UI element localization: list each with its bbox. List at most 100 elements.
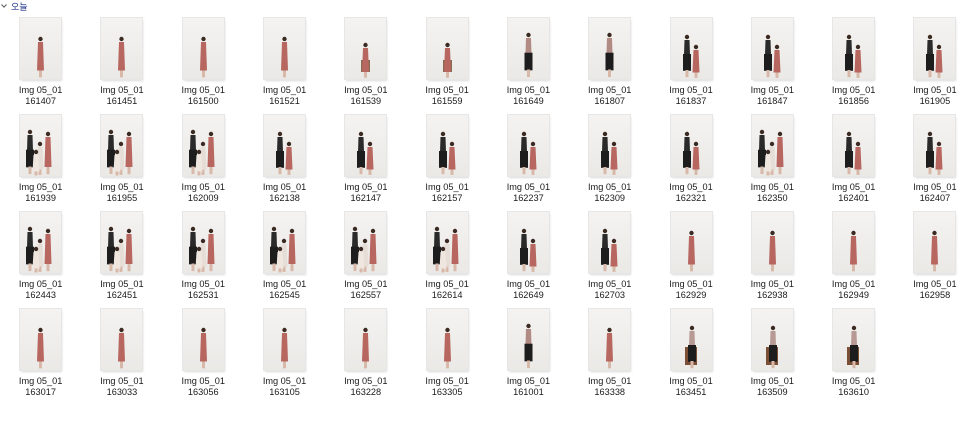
- file-name[interactable]: Img 05_01 162545: [249, 279, 321, 301]
- photo-thumbnail[interactable]: [426, 18, 468, 79]
- photo-thumbnail[interactable]: [264, 115, 306, 176]
- file-item[interactable]: Img 05_01 162138: [244, 115, 325, 212]
- photo-thumbnail[interactable]: [345, 212, 387, 273]
- photo-thumbnail[interactable]: [20, 18, 62, 79]
- file-item[interactable]: Img 05_01 163033: [81, 309, 162, 406]
- group-header-today[interactable]: 오늘: [0, 0, 28, 12]
- photo-thumbnail[interactable]: [20, 212, 62, 273]
- photo-thumbnail[interactable]: [670, 115, 712, 176]
- photo-thumbnail[interactable]: [264, 18, 306, 79]
- file-item[interactable]: Img 05_01 161847: [732, 18, 813, 115]
- file-name[interactable]: Img 05_01 161856: [818, 85, 890, 107]
- photo-thumbnail[interactable]: [589, 115, 631, 176]
- file-item[interactable]: Img 05_01 161001: [488, 309, 569, 406]
- photo-thumbnail[interactable]: [589, 309, 631, 370]
- photo-thumbnail[interactable]: [751, 309, 793, 370]
- file-name[interactable]: Img 05_01 163017: [5, 376, 77, 398]
- file-name[interactable]: Img 05_01 162451: [86, 279, 158, 301]
- photo-thumbnail[interactable]: [264, 309, 306, 370]
- file-item[interactable]: Img 05_01 162237: [488, 115, 569, 212]
- file-item[interactable]: Img 05_01 162321: [650, 115, 731, 212]
- file-name[interactable]: Img 05_01 161521: [249, 85, 321, 107]
- photo-thumbnail[interactable]: [426, 309, 468, 370]
- photo-thumbnail[interactable]: [101, 212, 143, 273]
- photo-thumbnail[interactable]: [589, 212, 631, 273]
- file-name[interactable]: Img 05_01 163033: [86, 376, 158, 398]
- file-item[interactable]: Img 05_01 161649: [488, 18, 569, 115]
- photo-thumbnail[interactable]: [507, 309, 549, 370]
- photo-thumbnail[interactable]: [182, 115, 224, 176]
- photo-thumbnail[interactable]: [426, 212, 468, 273]
- file-name[interactable]: Img 05_01 162929: [655, 279, 727, 301]
- file-name[interactable]: Img 05_01 162949: [818, 279, 890, 301]
- file-item[interactable]: Img 05_01 162147: [325, 115, 406, 212]
- photo-thumbnail[interactable]: [426, 115, 468, 176]
- file-name[interactable]: Img 05_01 161559: [411, 85, 483, 107]
- file-name[interactable]: Img 05_01 161451: [86, 85, 158, 107]
- photo-thumbnail[interactable]: [670, 18, 712, 79]
- file-name[interactable]: Img 05_01 161649: [492, 85, 564, 107]
- photo-thumbnail[interactable]: [264, 212, 306, 273]
- file-name[interactable]: Img 05_01 162938: [736, 279, 808, 301]
- file-item[interactable]: Img 05_01 161407: [0, 18, 81, 115]
- photo-thumbnail[interactable]: [507, 18, 549, 79]
- photo-thumbnail[interactable]: [914, 115, 956, 176]
- file-item[interactable]: Img 05_01 162958: [894, 212, 966, 309]
- file-item[interactable]: Img 05_01 161521: [244, 18, 325, 115]
- file-name[interactable]: Img 05_01 162321: [655, 182, 727, 204]
- chevron-down-icon[interactable]: [0, 2, 8, 10]
- file-item[interactable]: Img 05_01 163105: [244, 309, 325, 406]
- file-name[interactable]: Img 05_01 161837: [655, 85, 727, 107]
- file-name[interactable]: Img 05_01 162237: [492, 182, 564, 204]
- file-name[interactable]: Img 05_01 162407: [899, 182, 966, 204]
- file-item[interactable]: Img 05_01 163305: [406, 309, 487, 406]
- file-name[interactable]: Img 05_01 161955: [86, 182, 158, 204]
- file-item[interactable]: Img 05_01 163056: [163, 309, 244, 406]
- file-name[interactable]: Img 05_01 161539: [330, 85, 402, 107]
- file-name[interactable]: Img 05_01 162147: [330, 182, 402, 204]
- file-name[interactable]: Img 05_01 163105: [249, 376, 321, 398]
- file-name[interactable]: Img 05_01 161847: [736, 85, 808, 107]
- photo-thumbnail[interactable]: [182, 212, 224, 273]
- file-item[interactable]: Img 05_01 161837: [650, 18, 731, 115]
- file-item[interactable]: Img 05_01 163451: [650, 309, 731, 406]
- file-name[interactable]: Img 05_01 161905: [899, 85, 966, 107]
- photo-thumbnail[interactable]: [345, 18, 387, 79]
- file-item[interactable]: Img 05_01 163017: [0, 309, 81, 406]
- file-item[interactable]: Img 05_01 163509: [732, 309, 813, 406]
- photo-thumbnail[interactable]: [20, 309, 62, 370]
- file-item[interactable]: Img 05_01 162949: [813, 212, 894, 309]
- photo-thumbnail[interactable]: [345, 115, 387, 176]
- file-name[interactable]: Img 05_01 163338: [574, 376, 646, 398]
- file-item[interactable]: Img 05_01 161539: [325, 18, 406, 115]
- file-name[interactable]: Img 05_01 161500: [167, 85, 239, 107]
- photo-thumbnail[interactable]: [914, 212, 956, 273]
- file-name[interactable]: Img 05_01 162614: [411, 279, 483, 301]
- photo-thumbnail[interactable]: [833, 212, 875, 273]
- file-name[interactable]: Img 05_01 162958: [899, 279, 966, 301]
- photo-thumbnail[interactable]: [670, 212, 712, 273]
- file-item[interactable]: Img 05_01 162350: [732, 115, 813, 212]
- file-item[interactable]: Img 05_01 162401: [813, 115, 894, 212]
- file-item[interactable]: Img 05_01 162309: [569, 115, 650, 212]
- file-name[interactable]: Img 05_01 162157: [411, 182, 483, 204]
- photo-thumbnail[interactable]: [507, 115, 549, 176]
- file-name[interactable]: Img 05_01 163228: [330, 376, 402, 398]
- file-name[interactable]: Img 05_01 163610: [818, 376, 890, 398]
- photo-thumbnail[interactable]: [751, 18, 793, 79]
- file-name[interactable]: Img 05_01 161939: [5, 182, 77, 204]
- file-item[interactable]: Img 05_01 162157: [406, 115, 487, 212]
- file-item[interactable]: Img 05_01 162703: [569, 212, 650, 309]
- file-name[interactable]: Img 05_01 162350: [736, 182, 808, 204]
- file-item[interactable]: Img 05_01 162443: [0, 212, 81, 309]
- file-name[interactable]: Img 05_01 162401: [818, 182, 890, 204]
- photo-thumbnail[interactable]: [833, 309, 875, 370]
- file-item[interactable]: Img 05_01 161500: [163, 18, 244, 115]
- file-item[interactable]: Img 05_01 161451: [81, 18, 162, 115]
- photo-thumbnail[interactable]: [182, 309, 224, 370]
- file-name[interactable]: Img 05_01 163451: [655, 376, 727, 398]
- file-name[interactable]: Img 05_01 162443: [5, 279, 77, 301]
- file-item[interactable]: Img 05_01 162557: [325, 212, 406, 309]
- file-name[interactable]: Img 05_01 162531: [167, 279, 239, 301]
- photo-thumbnail[interactable]: [914, 18, 956, 79]
